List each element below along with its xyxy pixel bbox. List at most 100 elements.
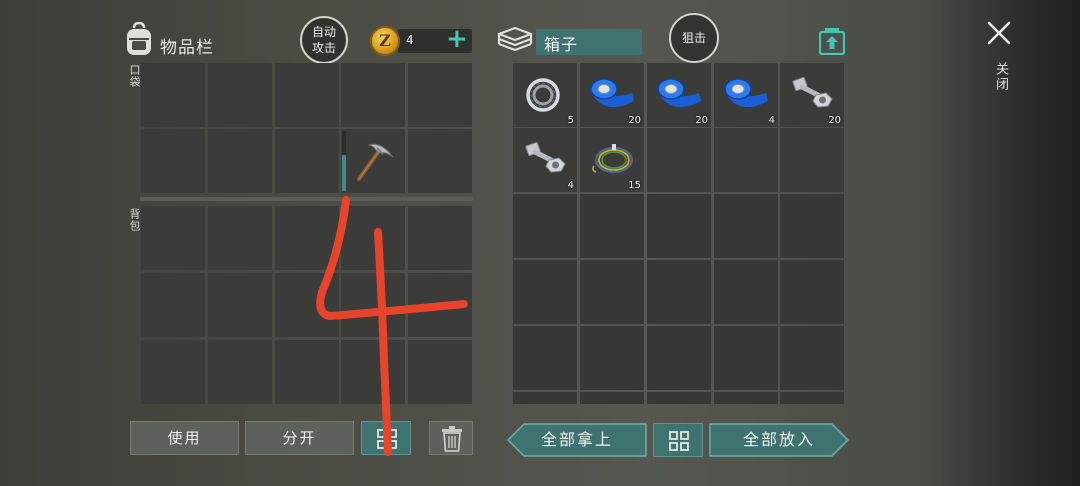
durability-bar <box>342 131 346 191</box>
pocket-slot[interactable] <box>141 129 205 193</box>
backpack-slot[interactable] <box>141 273 205 337</box>
blue-tape-icon <box>657 78 701 108</box>
backpack-slot[interactable] <box>208 273 272 337</box>
pickaxe-icon <box>357 143 394 181</box>
section-divider <box>140 197 473 201</box>
item-quantity: 15 <box>628 180 641 191</box>
coin-icon: Z <box>370 26 400 56</box>
item-quantity: 5 <box>567 115 574 126</box>
sort-container-button[interactable] <box>653 423 703 457</box>
take-all-label: 全部拿上 <box>540 430 613 449</box>
container-slot[interactable] <box>513 326 577 390</box>
auto-attack-button[interactable]: 自动 攻击 <box>300 16 348 64</box>
bearing-icon <box>526 78 560 112</box>
durability-fill <box>342 155 346 191</box>
backpack-icon <box>127 22 151 55</box>
backpack-slot[interactable] <box>141 206 205 270</box>
container-slot[interactable] <box>647 326 711 390</box>
container-slot[interactable] <box>580 326 644 390</box>
wires-icon <box>592 144 633 173</box>
snipe-button[interactable]: 狙击 <box>669 13 719 63</box>
use-button[interactable]: 使用 <box>130 421 239 455</box>
pocket-slot[interactable] <box>208 129 272 193</box>
container-name: 箱子 <box>536 29 642 55</box>
backpack-slot[interactable] <box>341 206 405 270</box>
pocket-slot[interactable] <box>141 63 205 127</box>
container-slot[interactable] <box>647 194 711 258</box>
container-slot[interactable] <box>647 392 711 404</box>
container-slot[interactable] <box>513 260 577 324</box>
split-button[interactable]: 分开 <box>245 421 354 455</box>
put-all-button[interactable]: 全部放入 <box>709 423 849 457</box>
container-slot-wires[interactable]: 15 <box>580 128 644 192</box>
backpack-slot[interactable] <box>275 273 339 337</box>
container-slot-blue-tape[interactable]: 20 <box>647 63 711 127</box>
container-slot[interactable] <box>714 326 778 390</box>
trash-icon <box>442 426 462 452</box>
backpack-slot[interactable] <box>408 340 472 404</box>
container-slot[interactable] <box>780 392 844 404</box>
blue-tape-icon <box>590 78 634 108</box>
backpack-slot[interactable] <box>408 206 472 270</box>
pocket-slot-pickaxe[interactable] <box>341 129 405 193</box>
container-slot[interactable] <box>780 194 844 258</box>
container-slot[interactable] <box>714 260 778 324</box>
pocket-slot[interactable] <box>408 63 472 127</box>
container-slot-bolt-nut[interactable]: 20 <box>780 63 844 127</box>
put-all-label: 全部放入 <box>742 430 815 449</box>
pocket-slot[interactable] <box>275 63 339 127</box>
blue-tape-icon <box>724 78 768 108</box>
close-icon[interactable] <box>986 20 1012 46</box>
backpack-slot[interactable] <box>341 340 405 404</box>
item-quantity: 4 <box>768 115 775 126</box>
container-slot[interactable] <box>714 392 778 404</box>
container-slot-bolt-nut[interactable]: 4 <box>513 128 577 192</box>
trash-button[interactable] <box>429 421 473 455</box>
backpack-slot[interactable] <box>275 340 339 404</box>
container-slot-blue-tape[interactable]: 4 <box>714 63 778 127</box>
backpack-slot[interactable] <box>275 206 339 270</box>
container-slot-blue-tape[interactable]: 20 <box>580 63 644 127</box>
container-slot[interactable] <box>647 260 711 324</box>
backpack-label: 背包 <box>128 208 141 232</box>
container-slot[interactable] <box>647 128 711 192</box>
item-quantity: 20 <box>695 115 708 126</box>
auto-attack-label-1: 自动 <box>311 25 336 39</box>
currency-display: Z 4 + <box>370 24 474 56</box>
backpack-slot[interactable] <box>208 206 272 270</box>
container-slot[interactable] <box>580 194 644 258</box>
pocket-label: 口袋 <box>128 64 141 88</box>
take-all-button[interactable]: 全部拿上 <box>507 423 647 457</box>
backpack-slot[interactable] <box>208 340 272 404</box>
container-slot[interactable] <box>714 194 778 258</box>
backpack-slot[interactable] <box>141 340 205 404</box>
item-quantity: 4 <box>567 180 574 191</box>
pocket-slot[interactable] <box>208 63 272 127</box>
add-coins-button[interactable]: + <box>446 24 468 54</box>
backpack-slot[interactable] <box>408 273 472 337</box>
bolt-nut-icon <box>525 142 566 173</box>
auto-attack-label-2: 攻击 <box>311 41 336 55</box>
container-slot[interactable] <box>580 260 644 324</box>
container-slot[interactable] <box>714 128 778 192</box>
container-slot-bearing[interactable]: 5 <box>513 63 577 127</box>
grid-sort-icon <box>377 429 397 449</box>
container-slot[interactable] <box>580 392 644 404</box>
container-slot[interactable] <box>780 128 844 192</box>
container-slot[interactable] <box>513 194 577 258</box>
pocket-slot[interactable] <box>408 129 472 193</box>
pocket-slot[interactable] <box>341 63 405 127</box>
backpack-slot[interactable] <box>341 273 405 337</box>
sort-inventory-button[interactable] <box>361 421 411 455</box>
container-slot[interactable] <box>513 392 577 404</box>
pocket-slot[interactable] <box>275 129 339 193</box>
item-quantity: 20 <box>628 115 641 126</box>
bolt-nut-icon <box>792 77 833 108</box>
grid-sort-icon <box>669 431 689 451</box>
close-label[interactable]: 关闭 <box>991 62 1010 92</box>
upload-icon[interactable] <box>819 27 845 55</box>
stack-icon <box>497 26 533 52</box>
container-slot[interactable] <box>780 260 844 324</box>
container-slot[interactable] <box>780 326 844 390</box>
item-quantity: 20 <box>828 115 841 126</box>
